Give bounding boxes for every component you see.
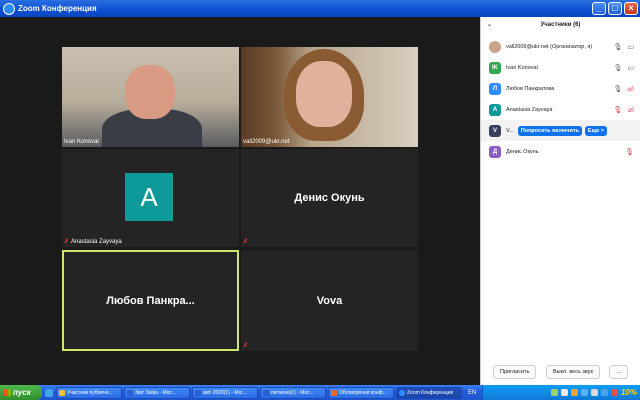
close-button[interactable]: × bbox=[624, 2, 638, 15]
maximize-button[interactable]: □ bbox=[608, 2, 622, 15]
participants-list: vali2009@ukr.net (Организатор, я) 🎙 ▭ IK… bbox=[481, 36, 640, 162]
participant-name: V... bbox=[506, 127, 514, 134]
tray-icon[interactable] bbox=[580, 389, 588, 396]
ask-to-unmute-button[interactable]: Попросить включить bbox=[517, 125, 582, 136]
participant-avatar: A bbox=[489, 103, 501, 116]
participant-name: vali2009@ukr.net (Организатор, я) bbox=[506, 43, 593, 50]
participant-name: Ivan Konoval bbox=[506, 64, 538, 71]
video-tile-denys-okun[interactable]: Денис Окунь ✗ bbox=[241, 149, 418, 247]
participant-avatar: IK bbox=[489, 61, 501, 74]
zoom-app-icon bbox=[3, 2, 15, 15]
mic-icon[interactable]: 🎙 bbox=[613, 85, 622, 93]
participants-footer: Пригласить Выкл. весь звук ... bbox=[481, 365, 640, 379]
tile-name-label: ✗ Anastasia Zayvaya bbox=[64, 238, 122, 246]
invite-button[interactable]: Пригласить bbox=[493, 365, 537, 379]
quick-launch-icon[interactable] bbox=[45, 388, 53, 397]
tray-icon[interactable] bbox=[570, 389, 578, 396]
quick-launch bbox=[45, 388, 53, 397]
person-face bbox=[125, 65, 175, 119]
participant-row[interactable]: V V... Попросить включить Еще > bbox=[481, 120, 640, 141]
mic-muted-icon: ✗ bbox=[243, 343, 249, 349]
tray-icon[interactable] bbox=[590, 389, 598, 396]
tray-icon[interactable] bbox=[560, 389, 568, 396]
minimize-button[interactable]: _ bbox=[592, 2, 606, 15]
video-gallery: Ivan Konoval vali2009@ukr.net A ✗ Anasta… bbox=[0, 17, 480, 385]
folder-icon bbox=[59, 389, 65, 396]
taskbar-item[interactable]: питання(1) - Micr... bbox=[260, 386, 326, 399]
windows-logo-icon bbox=[4, 389, 11, 396]
tile-name-label: vali2009@ukr.net bbox=[243, 139, 290, 145]
participant-row[interactable]: A Anastasia Zayvaya 🎙 ▭̸ bbox=[481, 99, 640, 120]
participant-row[interactable]: IK Ivan Konoval 🎙 ▭ bbox=[481, 57, 640, 78]
video-tile-vali2009[interactable]: vali2009@ukr.net bbox=[241, 47, 418, 147]
taskbar-item-zoom[interactable]: Zoom Конференция bbox=[396, 386, 462, 399]
more-options-button[interactable]: ... bbox=[609, 365, 628, 379]
collapse-panel-icon[interactable]: ⌄ bbox=[487, 21, 492, 28]
tile-name-label: ✗ bbox=[243, 342, 248, 349]
video-tile-lyubov-pankratova[interactable]: Любов Панкра... bbox=[62, 250, 239, 351]
tray-icon[interactable] bbox=[550, 389, 558, 396]
video-off-icon[interactable]: ▭̸ bbox=[627, 106, 634, 114]
tile-name-label: Ivan Konoval bbox=[64, 139, 99, 145]
window-titlebar: Zoom Конференция _ □ × bbox=[0, 0, 640, 17]
tile-center-name: Vova bbox=[316, 294, 343, 307]
tray-icon[interactable] bbox=[600, 389, 608, 396]
start-button[interactable]: пуск bbox=[0, 385, 42, 400]
video-tile-vova[interactable]: Vova ✗ bbox=[241, 250, 418, 351]
windows-taskbar: пуск Участник публичн... Звіт Заїва - Mi… bbox=[0, 385, 640, 400]
participant-name: Anastasia Zayvaya bbox=[506, 106, 553, 113]
word-icon bbox=[127, 389, 133, 396]
mute-all-button[interactable]: Выкл. весь звук bbox=[545, 365, 600, 379]
participants-panel: ⌄ Участники (6) vali2009@ukr.net (Органи… bbox=[480, 17, 640, 385]
video-tile-ivan-konoval[interactable]: Ivan Konoval bbox=[62, 47, 239, 147]
tile-center-name: Денис Окунь bbox=[294, 192, 365, 204]
browser-icon bbox=[331, 389, 337, 396]
participant-avatar bbox=[489, 40, 501, 53]
mic-muted-icon: ✗ bbox=[243, 239, 249, 245]
video-tile-anastasia-zayvaya[interactable]: A ✗ Anastasia Zayvaya bbox=[62, 149, 239, 247]
taskbar-item[interactable]: звіт 2020(1) - Mic... bbox=[192, 386, 258, 399]
participants-panel-header: ⌄ Участники (6) bbox=[481, 18, 640, 32]
tile-name-label: ✗ bbox=[243, 238, 248, 245]
window-title: Zoom Конференция bbox=[18, 4, 97, 13]
taskbar-item[interactable]: Звіт Заїва - Micr... bbox=[124, 386, 190, 399]
participant-avatar: Д bbox=[489, 145, 501, 158]
participant-avatar: V bbox=[489, 124, 501, 137]
participant-name: Денис Окунь bbox=[506, 148, 539, 155]
person-face bbox=[296, 61, 352, 127]
participants-title: Участники (6) bbox=[540, 22, 581, 28]
video-camera-icon[interactable]: ▭ bbox=[627, 64, 634, 72]
word-icon bbox=[195, 389, 201, 396]
word-icon bbox=[263, 389, 269, 396]
mic-muted-icon: ✗ bbox=[64, 239, 70, 245]
participant-row[interactable]: Л Любов Панкратова 🎙 ▭̸ bbox=[481, 78, 640, 99]
mic-icon[interactable]: 🎙 bbox=[613, 64, 622, 72]
language-indicator[interactable]: EN bbox=[468, 390, 476, 396]
participant-name: Любов Панкратова bbox=[506, 85, 555, 92]
mic-muted-icon[interactable]: 🎙 bbox=[625, 148, 634, 156]
battery-percent: 10% bbox=[620, 388, 637, 397]
taskbar-item[interactable]: Обговорення конф... bbox=[328, 386, 394, 399]
more-button[interactable]: Еще > bbox=[584, 125, 608, 136]
mic-muted-icon[interactable]: 🎙 bbox=[613, 106, 622, 114]
system-tray: 10% bbox=[482, 385, 640, 400]
zoom-icon bbox=[399, 389, 405, 396]
participant-row[interactable]: vali2009@ukr.net (Организатор, я) 🎙 ▭ bbox=[481, 36, 640, 57]
tile-center-name: Любов Панкра... bbox=[106, 294, 195, 307]
participant-avatar: A bbox=[125, 173, 173, 221]
video-camera-icon[interactable]: ▭ bbox=[627, 43, 634, 51]
participant-avatar: Л bbox=[489, 82, 501, 95]
mic-icon[interactable]: 🎙 bbox=[613, 43, 622, 51]
participant-row[interactable]: Д Денис Окунь 🎙 bbox=[481, 141, 640, 162]
video-off-icon[interactable]: ▭̸ bbox=[627, 85, 634, 93]
taskbar-item[interactable]: Участник публичн... bbox=[56, 386, 122, 399]
tray-icon[interactable] bbox=[610, 389, 618, 396]
